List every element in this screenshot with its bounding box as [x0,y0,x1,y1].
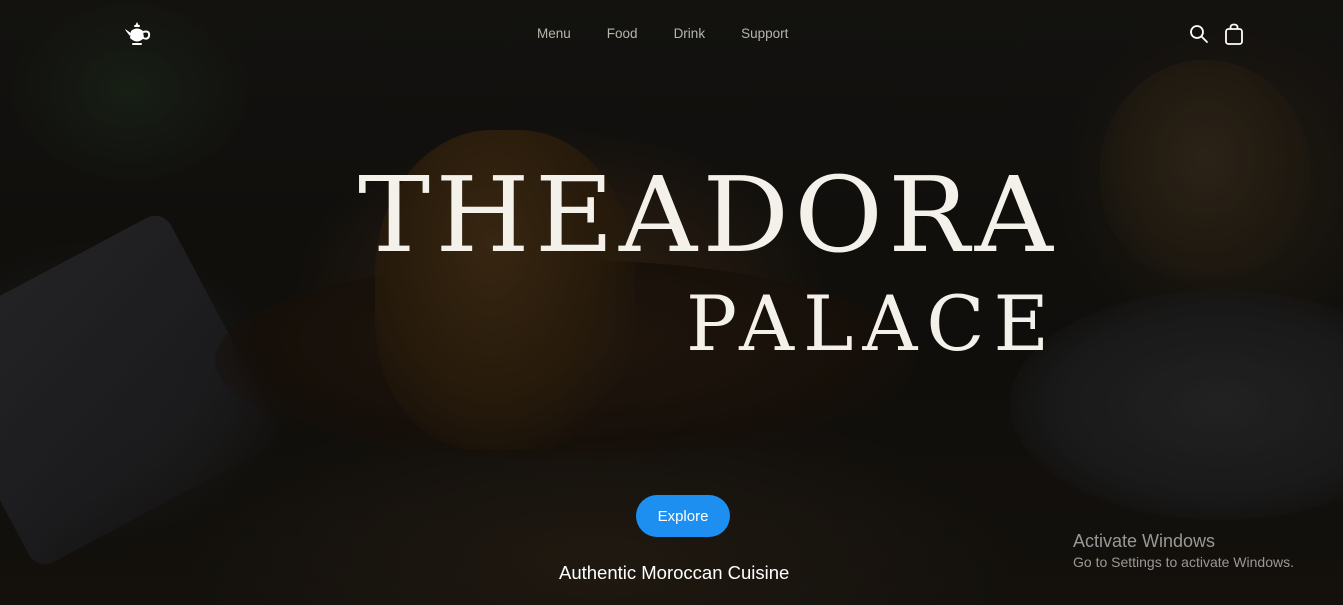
activate-windows-watermark: Activate Windows Go to Settings to activ… [1073,530,1333,571]
shopping-bag-icon[interactable] [1223,23,1245,45]
hero-subtitle: PALACE [686,279,1059,368]
watermark-title: Activate Windows [1073,531,1216,551]
watermark-subtitle: Go to Settings to activate Windows. [1073,554,1294,570]
hero-tagline: Authentic Moroccan Cuisine [559,562,790,583]
nav-link-drink[interactable]: Drink [674,26,706,42]
nav-links: Menu Food Drink Support [537,26,824,42]
explore-button[interactable]: Explore [636,495,730,537]
hero-title: THEADORA [358,154,1059,276]
nav-link-food[interactable]: Food [607,26,638,42]
search-icon[interactable] [1188,23,1210,45]
nav-icons [1188,23,1245,45]
teapot-icon[interactable] [122,20,154,48]
nav-link-support[interactable]: Support [741,26,788,42]
nav-link-menu[interactable]: Menu [537,26,571,42]
navbar: Menu Food Drink Support [0,0,1343,70]
